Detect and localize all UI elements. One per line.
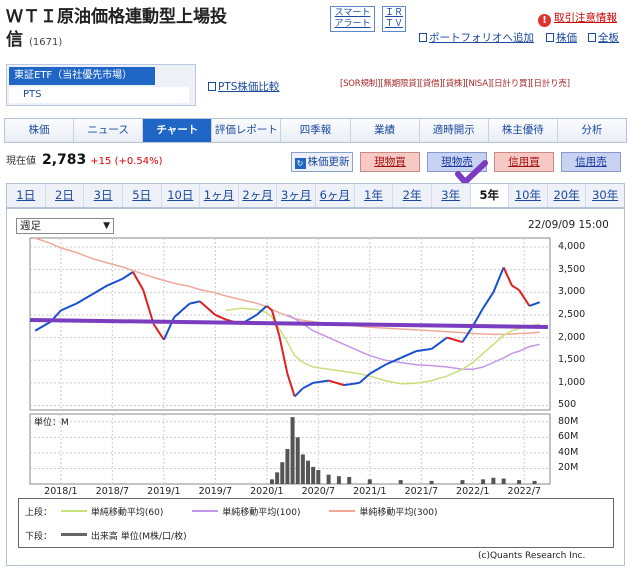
volume-bar [275,472,280,484]
volume-bar [269,479,274,484]
volume-bar [491,477,496,484]
volume-tick-label: 20M [558,462,579,474]
price-tick-label: 3,000 [558,286,586,298]
volume-bar [311,466,316,484]
legend-ma300-line [329,510,356,512]
volume-bar [300,454,305,484]
volume-bar [517,480,522,484]
volume-bar [460,480,465,484]
price-tick-label: 1,500 [558,354,586,366]
price-tick-label: 3,500 [558,263,586,275]
volume-bar [532,480,537,484]
time-tick-label: 2019/7 [198,486,233,497]
time-tick-label: 2022/7 [507,486,541,497]
volume-tick-label: 40M [558,446,579,458]
copyright: (c)Quants Research Inc. [478,551,586,561]
time-tick-label: 2022/1 [456,486,490,497]
price-tick-label: 500 [558,399,577,411]
volume-bar [326,474,331,484]
stock-chart-page: ＷＴＩ原油価格連動型上場投 信 (1671) スマート アラート ＩＲ ＴＶ ! 取引注… [0,0,631,570]
legend-ma100: 単純移動平均(100) [222,508,301,518]
legend-ma300: 単純移動平均(300) [359,508,438,518]
volume-bar [316,470,321,484]
legend-ma60-line [60,510,87,512]
volume-bar [367,479,372,484]
price-tick-label: 1,000 [558,376,586,388]
legend-ma100-line [192,510,219,512]
volume-tick-label: 80M [558,415,579,427]
volume-unit-label: 単位：M [34,418,69,428]
volume-bar [481,479,486,484]
time-tick-label: 2018/7 [95,486,130,497]
time-tick-label: 2019/1 [147,486,181,497]
volume-bar [347,477,352,484]
time-tick-label: 2018/1 [44,486,78,497]
legend-volume: 出来高 単位(M株/口/枚) [90,532,187,542]
legend-upper: 上段： 単純移動平均(60) 単純移動平均(100) 単純移動平均(300) [25,508,438,518]
price-tick-label: 4,000 [558,241,586,253]
time-tick-label: 2020/7 [301,486,336,497]
legend-ma60: 単純移動平均(60) [90,508,164,518]
volume-bar [280,462,285,484]
volume-bar [336,476,341,484]
volume-bar [429,480,434,484]
price-tick-label: 2,000 [558,331,586,343]
volume-bar [290,417,295,484]
price-chart [29,237,551,485]
legend-lower: 下段： 出来高 単位(M株/口/枚) [25,532,187,542]
volume-bar [285,449,290,484]
time-tick-label: 2021/7 [404,486,438,497]
volume-bar [295,437,300,484]
volume-bar [398,480,403,484]
price-tick-label: 2,500 [558,308,586,320]
chart-legend: 上段： 単純移動平均(60) 単純移動平均(100) 単純移動平均(300) 下… [18,498,614,548]
volume-tick-label: 60M [558,431,579,443]
volume-bar [306,460,311,484]
legend-volume-line [60,533,87,536]
time-tick-label: 2020/1 [250,486,284,497]
volume-bar [501,478,506,484]
time-tick-label: 2021/1 [353,486,387,497]
